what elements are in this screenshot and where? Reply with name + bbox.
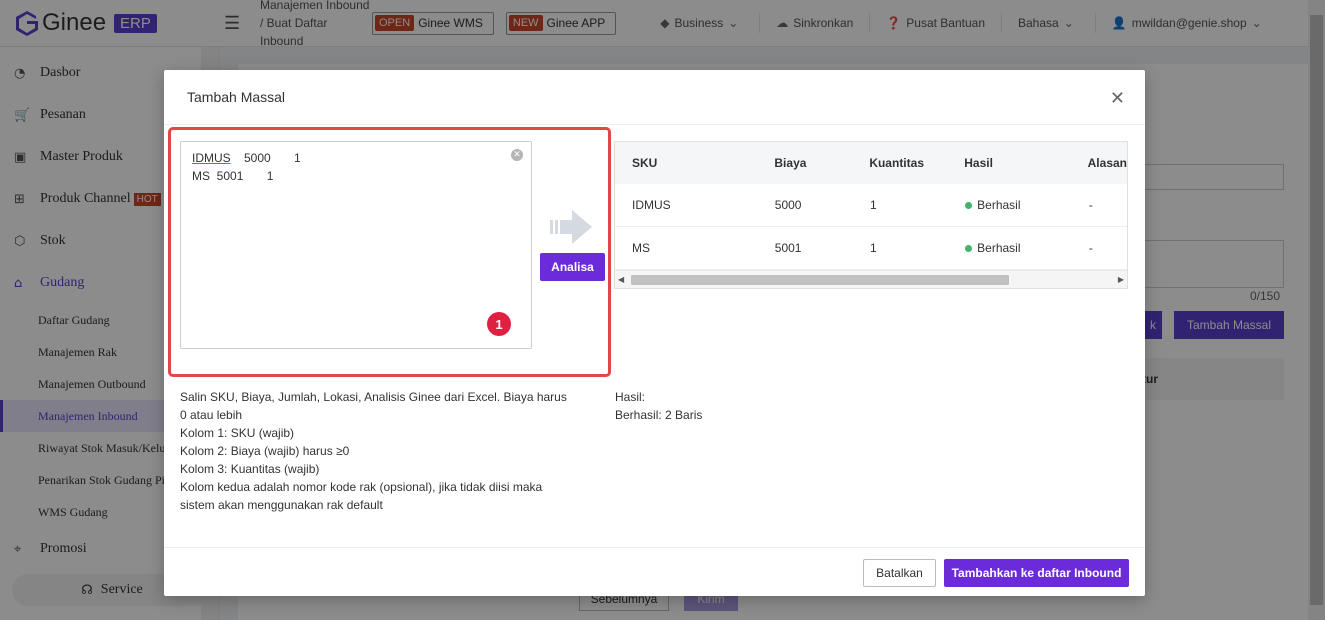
- close-icon[interactable]: ✕: [1110, 88, 1125, 109]
- col-qty: Kuantitas: [869, 156, 924, 170]
- success-dot-icon: [965, 244, 973, 252]
- input-sku: IDMUS: [192, 151, 231, 165]
- help-line: Kolom 3: Kuantitas (wajib): [180, 462, 320, 476]
- cell-reason: -: [1088, 198, 1093, 212]
- result-text: Berhasil: [977, 198, 1021, 212]
- cell-sku: MS: [632, 241, 650, 255]
- success-dot-icon: [965, 201, 973, 209]
- step-badge: 1: [487, 312, 511, 336]
- modal-title: Tambah Massal: [187, 89, 286, 105]
- table-header: SKU Biaya Kuantitas Hasil Alasan: [615, 142, 1127, 184]
- cell-qty: 1: [869, 198, 877, 212]
- input-values: 5001 1: [210, 169, 274, 183]
- analyze-button[interactable]: Analisa: [540, 253, 605, 281]
- scroll-left-icon[interactable]: ◀: [618, 275, 624, 284]
- input-values: 5000 1: [230, 151, 301, 165]
- col-result: Hasil: [964, 156, 993, 170]
- result-summary: Hasil: Berhasil: 2 Baris: [615, 388, 702, 424]
- result-text: Berhasil: [977, 241, 1021, 255]
- input-line: IDMUS 5000 1: [192, 149, 520, 167]
- cell-cost: 5001: [774, 241, 802, 255]
- cell-result: Berhasil: [965, 198, 1089, 212]
- col-reason: Alasan: [1087, 156, 1127, 170]
- cell-result: Berhasil: [965, 241, 1089, 255]
- col-cost: Biaya: [774, 156, 807, 170]
- input-sku: MS: [192, 169, 210, 183]
- cell-reason: -: [1088, 241, 1093, 255]
- modal-header: Tambah Massal ✕: [164, 70, 1145, 125]
- cell-qty: 1: [869, 241, 877, 255]
- table-row: MS 5001 1 Berhasil -: [615, 227, 1127, 270]
- scrollbar-thumb[interactable]: [631, 275, 1009, 285]
- col-sku: SKU: [632, 156, 658, 170]
- result-value: Berhasil: 2 Baris: [615, 408, 703, 422]
- arrow-right-icon: [550, 210, 592, 244]
- scroll-right-icon[interactable]: ▶: [1118, 275, 1124, 284]
- help-text: Salin SKU, Biaya, Jumlah, Lokasi, Analis…: [180, 388, 575, 514]
- table-row: IDMUS 5000 1 Berhasil -: [615, 184, 1127, 227]
- bulk-input-textarea[interactable]: IDMUS 5000 1 MS 5001 1 ✕: [180, 141, 532, 349]
- input-line: MS 5001 1: [192, 167, 520, 185]
- help-line: Salin SKU, Biaya, Jumlah, Lokasi, Analis…: [180, 390, 567, 422]
- bulk-add-modal: Tambah Massal ✕ IDMUS 5000 1 MS 5001 1 ✕…: [164, 70, 1145, 596]
- cell-cost: 5000: [774, 198, 802, 212]
- help-line: Kolom 1: SKU (wajib): [180, 426, 295, 440]
- help-line: Kolom kedua adalah nomor kode rak (opsio…: [180, 480, 543, 512]
- cell-sku: IDMUS: [632, 198, 671, 212]
- modal-footer: Batalkan Tambahkan ke daftar Inbound: [164, 547, 1145, 596]
- help-line: Kolom 2: Biaya (wajib) harus ≥0: [180, 444, 350, 458]
- clear-icon[interactable]: ✕: [511, 149, 523, 161]
- result-table: SKU Biaya Kuantitas Hasil Alasan IDMUS 5…: [614, 141, 1128, 289]
- cancel-button[interactable]: Batalkan: [863, 559, 936, 587]
- result-label: Hasil:: [615, 390, 646, 404]
- table-horizontal-scrollbar[interactable]: ◀ ▶: [615, 270, 1127, 288]
- add-to-inbound-button[interactable]: Tambahkan ke daftar Inbound: [944, 559, 1129, 587]
